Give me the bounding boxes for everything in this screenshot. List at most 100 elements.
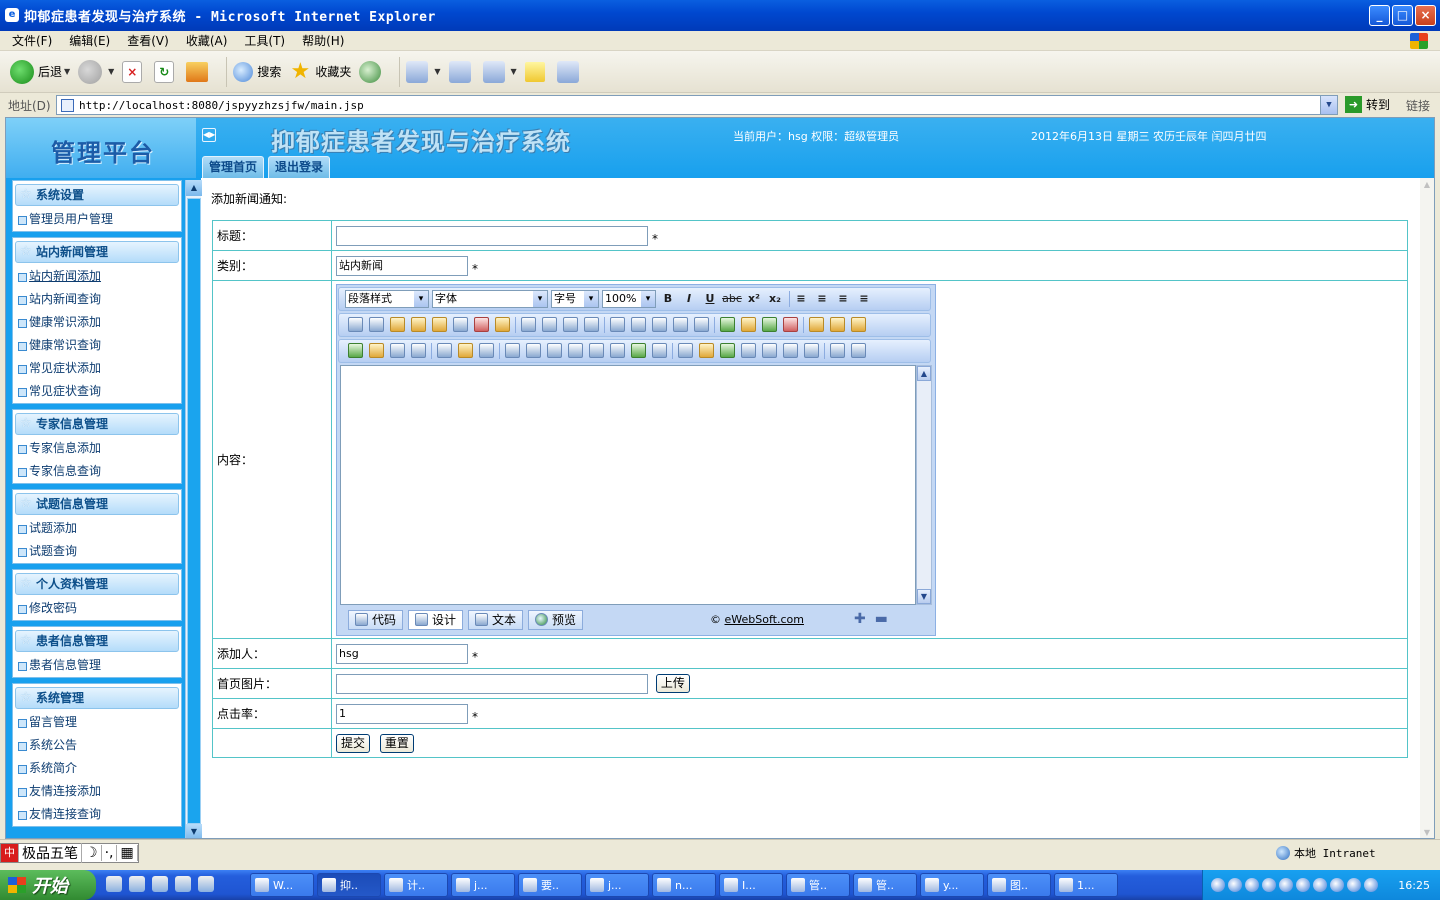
address-input[interactable]: http://localhost:8080/jspyyzhzsjfw/main.… [56, 95, 1338, 115]
art-text-icon[interactable] [741, 343, 756, 358]
quick-launch-icon[interactable] [129, 876, 145, 892]
collapse-sidebar-icon[interactable]: ◀▶ [202, 128, 216, 142]
style-icon[interactable] [783, 317, 798, 332]
horizontal-rule-icon[interactable] [547, 343, 562, 358]
bold-button[interactable]: B [659, 290, 677, 308]
scroll-down-icon[interactable]: ▼ [917, 588, 931, 604]
task-button[interactable]: 1... [1054, 873, 1118, 897]
time-icon[interactable] [783, 343, 798, 358]
punctuation-icon[interactable]: ·, [102, 845, 118, 861]
unordered-list-icon[interactable] [631, 317, 646, 332]
page-properties-icon[interactable] [809, 317, 824, 332]
sidebar-item-news-query[interactable]: 站内新闻查询 [13, 288, 181, 311]
go-button[interactable]: ➜ 转到 [1345, 96, 1390, 113]
subscript-button[interactable]: x₂ [766, 290, 784, 308]
chevron-down-icon[interactable]: ▼ [434, 67, 440, 76]
reset-button[interactable]: 重置 [379, 733, 414, 753]
clicks-input[interactable]: 1 [336, 703, 468, 724]
ordered-list-icon[interactable] [610, 317, 625, 332]
task-button[interactable]: 要.. [518, 873, 582, 897]
copyright-link[interactable]: eWebSoft.com [725, 613, 804, 626]
quick-launch-icon[interactable] [198, 876, 214, 892]
scroll-up-icon[interactable]: ▲ [917, 365, 931, 381]
select-all-icon[interactable] [563, 317, 578, 332]
sidebar-item-symptom-add[interactable]: 常见症状添加 [13, 357, 181, 380]
align-center-icon[interactable]: ≡ [813, 290, 831, 308]
minus-icon[interactable]: ▬ [875, 611, 888, 627]
media-icon[interactable] [390, 343, 405, 358]
mode-code-tab[interactable]: 代码 [348, 609, 404, 630]
sidebar-item-intro[interactable]: 系统简介 [13, 757, 181, 780]
grid-icon[interactable] [479, 343, 494, 358]
task-button[interactable]: 管.. [853, 873, 917, 897]
forward-button[interactable]: ▼ [78, 59, 114, 84]
page-scrollbar[interactable]: ▲ ▼ [1420, 178, 1434, 838]
menu-edit[interactable]: 编辑(E) [69, 32, 110, 49]
scroll-up-icon[interactable]: ▲ [1420, 178, 1434, 192]
iframe-icon[interactable] [526, 343, 541, 358]
chevron-down-icon[interactable]: ▼ [1320, 96, 1337, 114]
plus-icon[interactable]: ✚ [854, 611, 866, 627]
mode-preview-tab[interactable]: 预览 [528, 609, 584, 630]
align-left-icon[interactable]: ≡ [792, 290, 810, 308]
sidebar-item-change-password[interactable]: 修改密码 [13, 597, 181, 620]
editor-content-area[interactable] [340, 364, 916, 605]
sidebar-item-expert-query[interactable]: 专家信息查询 [13, 460, 181, 483]
image-icon[interactable] [348, 343, 363, 358]
tab-logout[interactable]: 退出登录 [268, 156, 331, 178]
sidebar-group-header[interactable]: ☆ 站内新闻管理 [15, 241, 179, 263]
keyboard-icon[interactable]: ▦ [117, 845, 138, 861]
link-icon[interactable] [589, 343, 604, 358]
task-button[interactable]: y... [920, 873, 984, 897]
background-color-icon[interactable] [762, 317, 777, 332]
paste-word-icon[interactable] [432, 317, 447, 332]
tab-admin-home[interactable]: 管理首页 [202, 156, 265, 178]
paragraph-style-select[interactable]: 段落样式 [345, 289, 429, 308]
sidebar-item-symptom-query[interactable]: 常见症状查询 [13, 380, 181, 403]
qq-icon[interactable] [1228, 878, 1242, 892]
quick-launch-icon[interactable] [152, 876, 168, 892]
unlink-icon[interactable] [652, 343, 667, 358]
home-button[interactable] [186, 61, 212, 82]
edit-button[interactable]: ▼ [482, 60, 517, 83]
text-color-icon[interactable] [720, 317, 735, 332]
research-button[interactable] [556, 60, 583, 83]
excel-icon[interactable] [720, 343, 735, 358]
zoom-select[interactable]: 100% [602, 289, 656, 308]
mode-design-tab[interactable]: 设计 [408, 609, 464, 630]
quick-launch-icon[interactable] [175, 876, 191, 892]
chevron-down-icon[interactable]: ▼ [64, 67, 70, 76]
sidebar-group-header[interactable]: ☆ 专家信息管理 [15, 413, 179, 435]
sidebar-item-link-query[interactable]: 友情连接查询 [13, 803, 181, 826]
indent-icon[interactable] [652, 317, 667, 332]
print-button[interactable] [448, 60, 475, 83]
history-button[interactable] [359, 60, 385, 83]
favorites-button[interactable]: ★ 收藏夹 [289, 60, 351, 83]
emoticon-icon[interactable] [699, 343, 714, 358]
paragraph-icon[interactable] [694, 317, 709, 332]
scroll-down-icon[interactable]: ▼ [1420, 826, 1434, 838]
tray-icon[interactable] [1211, 878, 1225, 892]
start-button[interactable]: 开始 [0, 870, 96, 900]
back-button[interactable]: 后退 ▼ [10, 59, 70, 84]
find-icon[interactable] [453, 317, 468, 332]
strikethrough-button[interactable]: abc [722, 290, 742, 308]
add-icon[interactable] [1364, 878, 1378, 892]
moon-icon[interactable]: ☽ [82, 845, 102, 861]
font-size-select[interactable]: 字号 [551, 289, 599, 308]
sidebar-item-admin-users[interactable]: 管理员用户管理 [13, 208, 181, 231]
task-button[interactable]: 管.. [786, 873, 850, 897]
menu-view[interactable]: 查看(V) [127, 32, 169, 49]
ime-toolbar[interactable]: 中 极品五笔 ☽ ·, ▦ [0, 843, 139, 863]
fieldset-icon[interactable] [505, 343, 520, 358]
copy-icon[interactable] [369, 317, 384, 332]
image-input[interactable] [336, 673, 648, 694]
task-button[interactable]: j... [451, 873, 515, 897]
task-button[interactable]: W... [250, 873, 314, 897]
qq-icon[interactable] [1262, 878, 1276, 892]
font-select[interactable]: 字体 [432, 289, 548, 308]
sidebar-item-news-add[interactable]: 站内新闻添加 [13, 265, 181, 288]
fullscreen-icon[interactable] [830, 343, 845, 358]
discuss-button[interactable] [524, 61, 549, 82]
tray-icon[interactable] [1330, 878, 1344, 892]
